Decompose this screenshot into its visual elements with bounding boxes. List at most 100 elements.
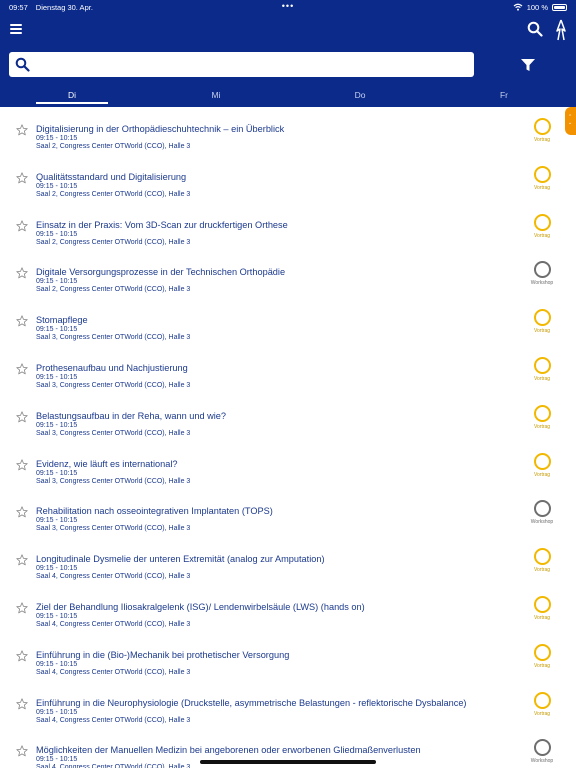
status-bar: 09:57 Dienstag 30. Apr. ••• 100 %: [0, 0, 576, 14]
session-title[interactable]: Digitalisierung in der Orthopädieschuhte…: [36, 124, 284, 134]
session-time: 09:15 - 10:15: [36, 708, 78, 716]
session-time: 09:15 - 10:15: [36, 326, 78, 334]
type-circle-icon: [533, 118, 551, 135]
star-icon[interactable]: [16, 505, 28, 518]
star-icon[interactable]: [16, 697, 28, 709]
session-type-label: Workshop: [530, 519, 554, 526]
session-type-badge: Vortrag: [530, 452, 554, 478]
type-circle-icon: [533, 213, 551, 231]
session-room: Saal 3, Congress Center OTWorld (CCO), H…: [36, 525, 191, 533]
session-type-badge: Vortrag: [530, 596, 554, 621]
session-room: Saal 2, Congress Center OTWorld (CCO), H…: [36, 238, 191, 246]
tab-do[interactable]: Do: [324, 90, 396, 100]
session-room: Saal 2, Congress Center OTWorld (CCO), H…: [36, 190, 191, 198]
session-title[interactable]: Rehabilitation nach osseointegrativen Im…: [36, 506, 273, 516]
star-icon[interactable]: [16, 314, 28, 327]
session-type-label: Vortrag: [533, 328, 551, 335]
session-time: 09:15 - 10:15: [36, 135, 78, 142]
session-type-label: Vortrag: [533, 615, 551, 621]
list-item[interactable]: Stomapflege 09:15 - 10:15 Saal 3, Congress…: [0, 298, 576, 346]
search-bar: [0, 46, 576, 88]
session-title[interactable]: Digitale Versorgungsprozesse in der Tech…: [36, 267, 285, 277]
session-time: 09:15 - 10:15: [36, 613, 78, 620]
session-time: 09:15 - 10:15: [36, 421, 78, 429]
type-circle-icon: [533, 548, 551, 566]
type-circle-icon: [533, 309, 551, 327]
star-icon[interactable]: [16, 601, 28, 614]
session-type-badge: Vortrag: [530, 404, 554, 430]
session-type-badge: Vortrag: [530, 548, 554, 573]
star-icon[interactable]: [16, 410, 28, 423]
session-title[interactable]: Qualitätsstandard und Digitalisierung: [36, 172, 186, 182]
tab-di[interactable]: Di: [36, 90, 108, 100]
type-circle-icon: [533, 643, 551, 661]
type-circle-icon: [533, 261, 551, 279]
tab-indicator: [36, 102, 108, 104]
list-item[interactable]: Longitudinale Dysmelie der unteren Extre…: [0, 537, 576, 585]
list-item[interactable]: Einführung in die Neurophysiologie (Druc…: [0, 681, 576, 729]
session-type-badge: Vortrag: [530, 309, 554, 334]
session-title[interactable]: Einführung in die (Bio-)Mechanik bei pro…: [36, 650, 289, 660]
list-item[interactable]: Einführung in die (Bio-)Mechanik bei pro…: [0, 633, 576, 681]
session-time: 09:15 - 10:15: [36, 230, 78, 238]
session-time: 09:15 - 10:15: [36, 278, 78, 286]
session-title[interactable]: Belastungsaufbau in der Reha, wann und w…: [36, 411, 226, 421]
list-item[interactable]: Digitale Versorgungsprozesse in der Tech…: [0, 250, 576, 298]
list-item[interactable]: Einsatz in der Praxis: Vom 3D-Scan zur d…: [0, 203, 576, 251]
star-icon[interactable]: [16, 744, 28, 757]
tab-fr[interactable]: Fr: [468, 90, 540, 100]
session-type-badge: Vortrag: [530, 213, 554, 239]
session-time: 09:15 - 10:15: [36, 660, 78, 668]
type-circle-icon: [533, 739, 551, 757]
session-title[interactable]: Prothesenaufbau und Nachjustierung: [36, 363, 188, 373]
star-icon[interactable]: [16, 123, 28, 136]
star-icon[interactable]: [16, 458, 28, 470]
search-box[interactable]: [9, 52, 474, 77]
home-indicator[interactable]: [200, 760, 376, 764]
session-type-badge: Vortrag: [530, 691, 554, 717]
session-title[interactable]: Einsatz in der Praxis: Vom 3D-Scan zur d…: [36, 220, 288, 230]
session-title[interactable]: Longitudinale Dysmelie der unteren Extre…: [36, 554, 325, 564]
list-item[interactable]: Qualitätsstandard und Digitalisierung 09:…: [0, 155, 576, 203]
session-type-label: Vortrag: [533, 232, 551, 239]
star-icon[interactable]: [16, 362, 28, 375]
search-icon: [15, 57, 30, 72]
session-time: 09:15 - 10:15: [36, 374, 78, 381]
tab-mi[interactable]: Mi: [180, 90, 252, 100]
star-icon[interactable]: [16, 219, 28, 231]
star-icon[interactable]: [16, 553, 28, 566]
session-room: Saal 4, Congress Center OTWorld (CCO), H…: [36, 764, 191, 768]
session-title[interactable]: Einführung in die Neurophysiologie (Druc…: [36, 698, 467, 708]
session-room: Saal 4, Congress Center OTWorld (CCO), H…: [36, 621, 191, 628]
session-title[interactable]: Evidenz, wie läuft es international?: [36, 459, 177, 469]
list-item[interactable]: Ziel der Behandlung Iliosakralgelenk (IS…: [0, 585, 576, 633]
type-circle-icon: [533, 404, 551, 422]
star-icon[interactable]: [16, 266, 28, 279]
session-title[interactable]: Möglichkeiten der Manuellen Medizin bei …: [36, 745, 421, 755]
session-type-badge: Workshop: [530, 500, 554, 525]
list-item[interactable]: Belastungsaufbau in der Reha, wann und w…: [0, 394, 576, 442]
nav-bar: [0, 14, 576, 46]
session-type-badge: Vortrag: [530, 357, 554, 382]
search-input[interactable]: [37, 55, 467, 74]
logo-icon[interactable]: [554, 19, 568, 41]
session-room: Saal 4, Congress Center OTWorld (CCO), H…: [36, 716, 191, 724]
session-type-label: Vortrag: [533, 710, 551, 717]
star-icon[interactable]: [16, 649, 28, 662]
multitask-dots[interactable]: •••: [0, 0, 576, 13]
type-circle-icon: [533, 500, 551, 518]
session-type-label: Vortrag: [533, 567, 551, 574]
session-title[interactable]: Stomapflege: [36, 315, 88, 325]
filter-icon[interactable]: [520, 58, 536, 72]
menu-icon[interactable]: [10, 24, 22, 34]
scroll-handle[interactable]: ⌃ ⌄: [565, 107, 576, 135]
list-item[interactable]: Digitalisierung in der Orthopädieschuhte…: [0, 107, 576, 155]
star-icon[interactable]: [16, 171, 28, 184]
session-list[interactable]: Digitalisierung in der Orthopädieschuhte…: [0, 107, 576, 768]
list-item[interactable]: Prothesenaufbau und Nachjustierung 09:15 …: [0, 346, 576, 394]
session-room: Saal 3, Congress Center OTWorld (CCO), H…: [36, 382, 191, 389]
list-item[interactable]: Evidenz, wie läuft es international? 09:1…: [0, 442, 576, 490]
session-title[interactable]: Ziel der Behandlung Iliosakralgelenk (IS…: [36, 602, 365, 612]
search-icon[interactable]: [527, 21, 543, 37]
list-item[interactable]: Rehabilitation nach osseointegrativen Im…: [0, 489, 576, 537]
